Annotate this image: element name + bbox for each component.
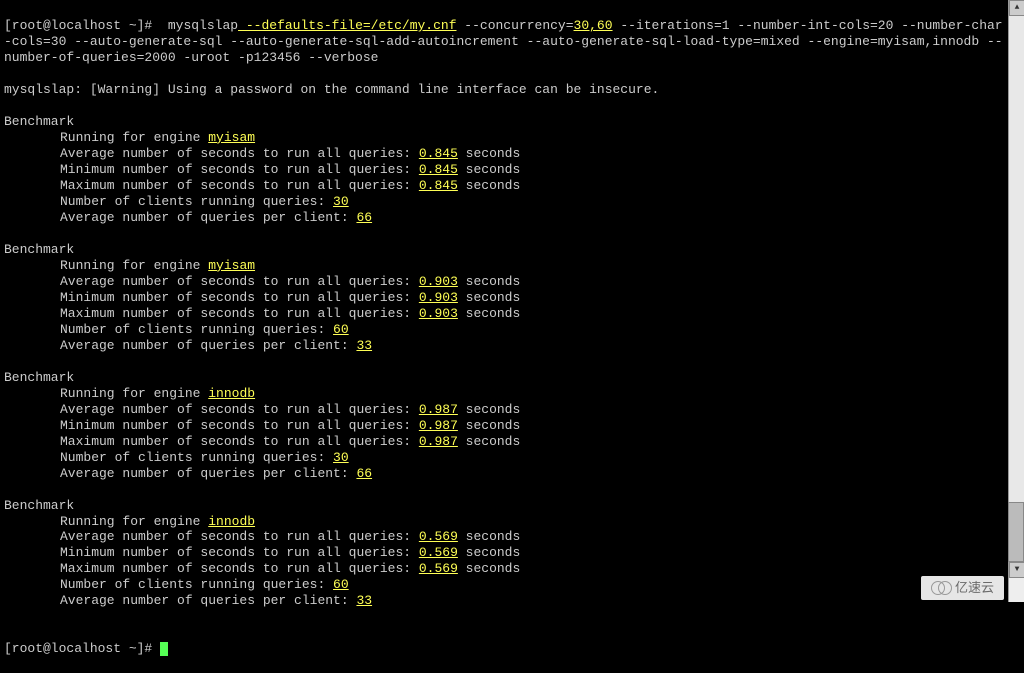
cursor (160, 642, 168, 656)
shell-prompt: [root@localhost ~]# (4, 641, 160, 656)
benchmark-perclient-line: Average number of queries per client: 66 (4, 210, 1004, 226)
benchmark-header: Benchmark (4, 498, 1004, 514)
benchmark-clients-line: Number of clients running queries: 30 (4, 194, 1004, 210)
blank-line (4, 226, 1004, 242)
benchmark-avg-line: Average number of seconds to run all que… (4, 274, 1004, 290)
shell-prompt: [root@localhost ~]# (4, 18, 160, 33)
scroll-down-icon[interactable]: ▼ (1009, 562, 1024, 578)
benchmark-header: Benchmark (4, 370, 1004, 386)
scrollbar-track[interactable] (1009, 16, 1024, 562)
watermark-label: 亿速云 (955, 580, 994, 596)
scrollbar[interactable]: ▲ ▼ (1008, 0, 1024, 602)
benchmark-engine-line: Running for engine myisam (4, 258, 1004, 274)
benchmark-min-line: Minimum number of seconds to run all que… (4, 290, 1004, 306)
scroll-up-icon[interactable]: ▲ (1009, 0, 1024, 16)
benchmark-min-line: Minimum number of seconds to run all que… (4, 418, 1004, 434)
warning-line: mysqlslap: [Warning] Using a password on… (4, 82, 1004, 98)
blank-line (4, 354, 1004, 370)
benchmark-engine-line: Running for engine myisam (4, 130, 1004, 146)
benchmark-perclient-line: Average number of queries per client: 33 (4, 338, 1004, 354)
blank-line (4, 482, 1004, 498)
benchmark-avg-line: Average number of seconds to run all que… (4, 146, 1004, 162)
benchmark-min-line: Minimum number of seconds to run all que… (4, 545, 1004, 561)
benchmark-avg-line: Average number of seconds to run all que… (4, 529, 1004, 545)
watermark: 亿速云 (921, 576, 1004, 600)
benchmark-clients-line: Number of clients running queries: 60 (4, 577, 1004, 593)
benchmark-clients-line: Number of clients running queries: 30 (4, 450, 1004, 466)
benchmark-min-line: Minimum number of seconds to run all que… (4, 162, 1004, 178)
blank-line (4, 609, 1004, 625)
benchmark-header: Benchmark (4, 242, 1004, 258)
benchmark-clients-line: Number of clients running queries: 60 (4, 322, 1004, 338)
benchmark-max-line: Maximum number of seconds to run all que… (4, 434, 1004, 450)
cloud-icon (931, 581, 951, 595)
benchmark-engine-line: Running for engine innodb (4, 514, 1004, 530)
benchmark-perclient-line: Average number of queries per client: 33 (4, 593, 1004, 609)
scrollbar-thumb[interactable] (1008, 502, 1024, 562)
benchmark-max-line: Maximum number of seconds to run all que… (4, 561, 1004, 577)
benchmark-engine-line: Running for engine innodb (4, 386, 1004, 402)
benchmark-max-line: Maximum number of seconds to run all que… (4, 306, 1004, 322)
benchmark-perclient-line: Average number of queries per client: 66 (4, 466, 1004, 482)
resize-handle (1009, 578, 1024, 602)
benchmark-max-line: Maximum number of seconds to run all que… (4, 178, 1004, 194)
benchmark-avg-line: Average number of seconds to run all que… (4, 402, 1004, 418)
cmd-bin: mysqlslap (168, 18, 238, 33)
benchmark-header: Benchmark (4, 114, 1004, 130)
terminal-output[interactable]: [root@localhost ~]# mysqlslap --defaults… (0, 0, 1008, 602)
